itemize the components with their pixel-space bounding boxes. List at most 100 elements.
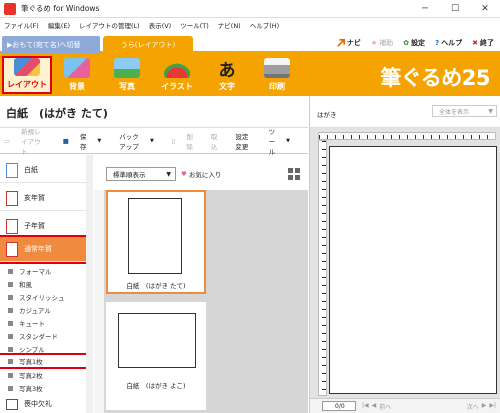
zoom-select[interactable]: 全体を表示 ▼ [432, 105, 497, 117]
template-card-blank-vertical[interactable]: 白紙 (はがき たて) [106, 190, 206, 294]
exit-link[interactable]: ✖ 終了 [472, 38, 494, 48]
photo-button[interactable]: 写真 [102, 56, 152, 94]
subcategory-wafu[interactable]: 和風 [0, 278, 86, 290]
category-ne-nenga[interactable]: 子年賀 [0, 214, 86, 239]
layout-button[interactable]: レイアウト [2, 56, 52, 94]
next-nav[interactable]: 次へ ▶ ▶| [467, 402, 496, 411]
prev-page-icon: ◀ [371, 402, 377, 409]
template-card-blank-horizontal[interactable]: 白紙 (はがき よこ) [106, 302, 206, 410]
zoom-select-value: 全体を表示 [439, 108, 470, 116]
first-page-icon: |◀ [362, 402, 369, 409]
switch-to-front-tab[interactable]: ▶おもて(宛て名)へ切替 [2, 36, 100, 54]
vertical-ruler [318, 140, 327, 396]
tools-button[interactable]: ツール ▼ [269, 126, 299, 156]
backup-button[interactable]: バックアップ ▼ [119, 131, 163, 151]
window-title: 筆ぐるめ for Windows [21, 4, 100, 13]
subcategory-label: スタンダード [19, 333, 58, 341]
nenga-card-icon [6, 241, 18, 257]
subcategory-standard[interactable]: スタンダード [0, 330, 86, 342]
print-button[interactable]: 印刷 [252, 56, 302, 94]
delete-button[interactable]: ▯ 削除 [172, 131, 202, 151]
subcategory-label: キュート [19, 320, 45, 328]
category-list: 白紙 亥年賀 子年賀 通常年賀 フォーマル 和風 スタイリッシュ カジュアル キ… [0, 155, 93, 413]
next-page-icon: ▶ [481, 402, 487, 409]
subcategory-photo1[interactable]: 写真1枚 [0, 353, 88, 369]
save-label: 保存 [79, 132, 87, 151]
help-icon: ? [435, 39, 440, 47]
chevron-down-icon: ▼ [166, 171, 171, 178]
setting-change-button[interactable]: 設定変更 [235, 131, 259, 151]
subcategory-label: フォーマル [19, 268, 52, 276]
menu-file[interactable]: ファイル(F) [4, 20, 39, 30]
help-link[interactable]: ? ヘルプ [435, 38, 462, 48]
menu-navi[interactable]: ナビ(N) [218, 20, 241, 30]
subcategory-simple[interactable]: シンプル [0, 343, 86, 355]
layout-title: 白紙 (はがき たて) [6, 107, 108, 120]
close-icon[interactable]: ✕ [470, 0, 500, 18]
category-label: 白紙 [24, 166, 38, 174]
setting-change-label: 設定変更 [235, 132, 249, 151]
grid-view-icon[interactable] [288, 168, 300, 180]
sort-select[interactable]: 標準順表示 ▼ [106, 167, 176, 181]
background-button-label: 背景 [69, 82, 85, 91]
brand-logo: 筆ぐるめ25 [380, 66, 490, 90]
favorites-label: お気に入り [188, 171, 222, 179]
menu-tools[interactable]: ツール(T) [180, 20, 209, 30]
category-scrollbar[interactable] [86, 155, 93, 413]
last-page-icon: ▶| [489, 402, 496, 409]
star-icon: ★ [370, 39, 378, 47]
subcategory-stylish[interactable]: スタイリッシュ [0, 291, 86, 303]
tab-row: ▶おもて(宛て名)へ切替 うら(レイアウト) ナビ ★ 補助 ✿ 設定 ? ヘル… [0, 32, 500, 54]
assist-link[interactable]: ★ 補助 [371, 38, 393, 48]
bullet-icon [8, 281, 13, 287]
settings-label: 設定 [411, 39, 426, 47]
category-label: 亥年賀 [24, 194, 45, 202]
background-button[interactable]: 背景 [52, 56, 102, 94]
menu-help[interactable]: ヘルプ(H) [250, 20, 279, 30]
chevron-down-icon: ▼ [488, 108, 493, 115]
preview-footer: 0/0 |◀ ◀ 前へ 次へ ▶ ▶| [309, 398, 500, 413]
template-card-label: 白紙 (はがき たて) [126, 282, 186, 290]
layout-button-label: レイアウト [7, 80, 47, 89]
category-tori-nenga[interactable]: 亥年賀 [0, 186, 86, 211]
subcategory-formal[interactable]: フォーマル [0, 265, 86, 277]
back-layout-tab[interactable]: うら(レイアウト) [103, 36, 193, 54]
subcategory-label: カジュアル [19, 307, 51, 315]
menu-layout-manage[interactable]: レイアウトの管理(L) [79, 20, 140, 30]
prev-label: 前へ [379, 404, 392, 411]
navi-label: ナビ [346, 39, 361, 47]
print-button-label: 印刷 [269, 82, 285, 91]
bullet-icon [8, 385, 13, 391]
subcategory-photo2[interactable]: 写真2枚 [0, 369, 86, 381]
prev-nav[interactable]: |◀ ◀ 前へ [362, 402, 391, 411]
minimize-icon[interactable]: ─ [410, 0, 440, 18]
postcard-preview-page[interactable] [329, 146, 497, 394]
template-scroll-strip [94, 190, 104, 413]
new-layout-label: 新規レイアウト [21, 127, 41, 156]
menu-edit[interactable]: 編集(E) [48, 20, 70, 30]
exit-label: 終了 [480, 39, 494, 47]
navi-link[interactable]: ナビ [337, 38, 361, 48]
new-layout-button[interactable]: ▭ 新規レイアウト [4, 126, 54, 156]
illust-button[interactable]: イラスト [152, 56, 202, 94]
favorites-filter[interactable]: ♥ お気に入り [181, 169, 221, 179]
subcategory-photo3[interactable]: 写真3枚 [0, 382, 86, 394]
settings-link[interactable]: ✿ 設定 [403, 38, 425, 48]
bullet-icon [8, 268, 13, 274]
photo-button-label: 写真 [119, 82, 135, 91]
category-regular-nenga[interactable]: 通常年賀 [0, 235, 88, 264]
category-blank[interactable]: 白紙 [0, 158, 86, 183]
save-button[interactable]: ■ 保存 ▼ [63, 131, 111, 151]
import-button[interactable]: 取込 [211, 131, 227, 151]
subcategory-casual[interactable]: カジュアル [0, 304, 86, 316]
chevron-down-icon: ▼ [286, 137, 290, 144]
menu-view[interactable]: 表示(V) [149, 20, 172, 30]
text-button[interactable]: あ 文字 [202, 56, 252, 94]
subcategory-cute[interactable]: キュート [0, 317, 86, 329]
template-grid: 白紙 (はがき たて) 白紙 (はがき よこ) [94, 190, 308, 413]
category-mourning[interactable]: 喪中欠礼 [0, 395, 86, 413]
import-label: 取込 [210, 132, 218, 151]
maximize-icon[interactable]: ☐ [440, 0, 470, 18]
delete-label: 削除 [186, 132, 193, 151]
tools-label: ツール [268, 127, 276, 156]
